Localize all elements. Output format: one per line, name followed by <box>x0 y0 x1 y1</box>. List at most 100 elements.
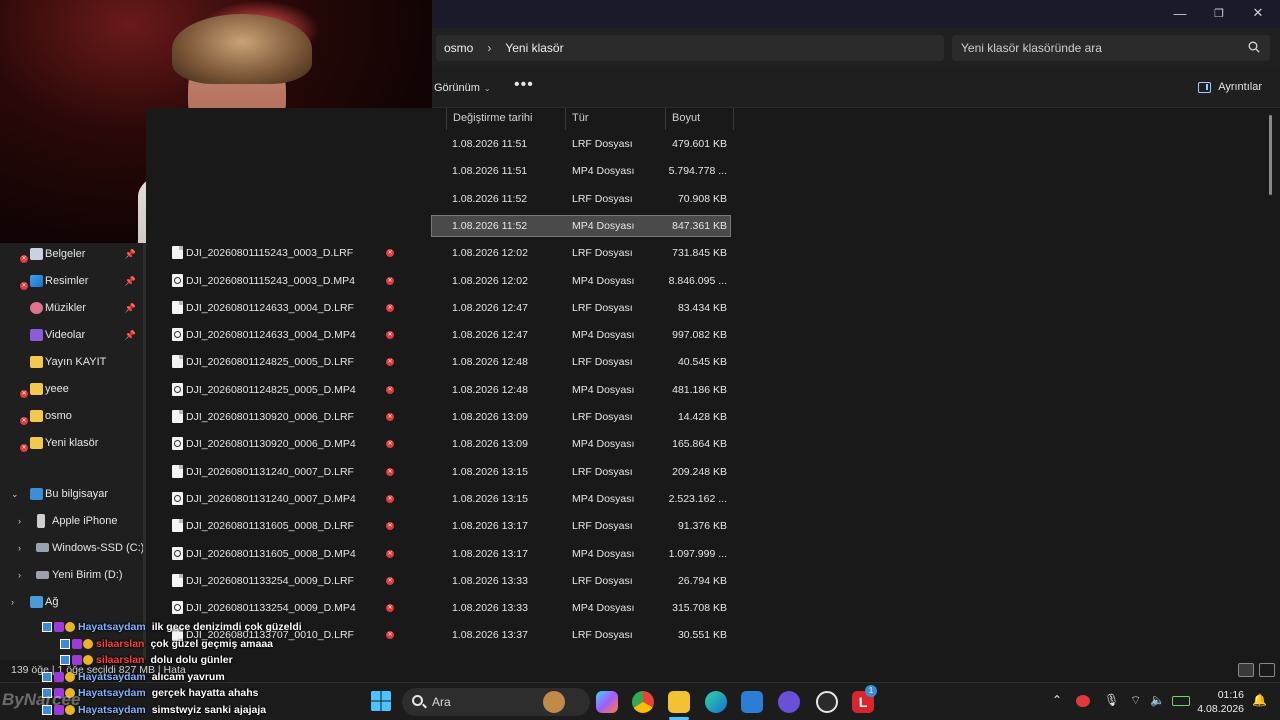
chat-username: Hayatsaydam <box>78 621 146 633</box>
store-icon[interactable] <box>741 691 763 713</box>
sync-error-icon: ✕ <box>386 413 394 421</box>
column-size[interactable]: Boyut <box>666 108 734 130</box>
chat-username: silaarslan <box>96 637 145 650</box>
file-date: 1.08.2026 13:17 <box>452 547 528 560</box>
file-row[interactable]: DJI_20260801131240_0007_D.MP4 ✕ 1.08.2026 … <box>146 487 736 514</box>
search-input[interactable]: Yeni klasör klasöründe ara <box>952 35 1270 61</box>
file-date: 1.08.2026 11:51 <box>452 138 528 150</box>
nav-item-videolar[interactable]: Videolar 📌 <box>0 324 146 346</box>
chat-username: Hayatsaydam <box>78 703 146 716</box>
nav-item-resimler[interactable]: ✕ Resimler 📌 <box>0 270 146 292</box>
file-size: 30.551 KB <box>677 629 727 642</box>
copilot-icon[interactable] <box>596 691 618 713</box>
battery-icon[interactable] <box>1172 696 1190 706</box>
search-placeholder: Yeni klasör klasöründe ara <box>961 41 1102 55</box>
pin-icon: 📌 <box>124 302 136 313</box>
file-row[interactable]: DJI_20260801131605_0008_D.MP4 ✕ 1.08.2026 … <box>146 542 736 569</box>
breadcrumb-current[interactable]: Yeni klasör <box>505 41 563 55</box>
volume-icon[interactable]: 🔈 <box>1150 693 1165 707</box>
minimize-button[interactable]: — <box>1166 4 1194 22</box>
file-row[interactable]: 1.08.2026 11:52 MP4 Dosyası 847.361 KB <box>146 214 736 241</box>
view-menu-button[interactable]: Görünüm ⌄ <box>434 82 491 94</box>
video-file-icon <box>172 546 183 560</box>
obs-icon[interactable] <box>816 691 838 713</box>
nav-item-iphone[interactable]: › Apple iPhone <box>0 510 146 532</box>
navigation-pane: ✕ Belgeler 📌 ✕ Resimler 📌 Müzikler 📌 Vid… <box>0 243 146 660</box>
nav-item-yeee[interactable]: ✕ yeee <box>0 378 146 400</box>
badge-icon <box>42 671 52 682</box>
more-options-button[interactable]: ••• <box>514 76 534 94</box>
documents-icon <box>30 248 43 260</box>
file-row[interactable]: 1.08.2026 11:51 MP4 Dosyası 5.794.778 ... <box>146 159 736 186</box>
badge-icon <box>65 671 75 682</box>
file-row[interactable]: DJI_20260801133254_0009_D.MP4 ✕ 1.08.2026 … <box>146 596 736 623</box>
file-date: 1.08.2026 12:02 <box>452 247 528 260</box>
stream-chat-overlay: Hayatsaydam ilk gece denizimdi çok güzeld… <box>40 621 400 720</box>
nav-item-label: Belgeler <box>45 248 86 260</box>
file-size: 26.794 KB <box>677 574 727 587</box>
column-date[interactable]: Değiştirme tarihi <box>446 108 566 130</box>
clock-time: 01:16 <box>1217 689 1244 701</box>
file-row[interactable]: DJI_20260801124633_0004_D.MP4 ✕ 1.08.2026 … <box>146 323 736 350</box>
file-size: 8.846.095 ... <box>668 274 727 287</box>
details-view-button[interactable] <box>1238 663 1254 677</box>
file-row[interactable]: DJI_20260801124825_0005_D.MP4 ✕ 1.08.2026 … <box>146 378 736 405</box>
chevron-right-icon: › <box>487 41 492 55</box>
details-label: Ayrıntılar <box>1218 81 1262 93</box>
tiles-view-button[interactable] <box>1259 663 1275 677</box>
chevron-up-icon[interactable]: ⌃ <box>1052 693 1062 707</box>
file-row[interactable]: DJI_20260801124633_0004_D.LRF ✕ 1.08.2026 … <box>146 296 736 323</box>
file-date: 1.08.2026 13:15 <box>452 492 528 505</box>
file-list-scrollbar[interactable] <box>1269 115 1272 195</box>
wifi-icon[interactable]: ⌔ <box>1130 693 1141 708</box>
proton-vpn-icon[interactable] <box>778 691 800 713</box>
maximize-button[interactable]: ❐ <box>1205 4 1233 22</box>
badge-icon <box>83 638 93 649</box>
owl-widget-icon[interactable] <box>543 691 565 713</box>
microphone-icon[interactable]: 🎙 <box>1104 693 1119 707</box>
nav-item-label: yeee <box>45 383 69 395</box>
nav-item-osmo[interactable]: ✕ osmo <box>0 405 146 427</box>
file-row[interactable]: DJI_20260801133254_0009_D.LRF ✕ 1.08.2026 … <box>146 569 736 596</box>
file-row[interactable]: DJI_20260801115243_0003_D.MP4 ✕ 1.08.2026 … <box>146 269 736 296</box>
file-row[interactable]: DJI_20260801131605_0008_D.LRF ✕ 1.08.2026 … <box>146 514 736 541</box>
file-row[interactable]: 1.08.2026 11:51 LRF Dosyası 479.601 KB <box>146 132 736 159</box>
nav-item-network[interactable]: › Ağ <box>0 591 146 613</box>
file-row[interactable]: 1.08.2026 11:52 LRF Dosyası 70.908 KB <box>146 187 736 214</box>
file-date: 1.08.2026 12:48 <box>452 383 528 396</box>
file-explorer-icon[interactable] <box>668 691 690 713</box>
nav-item-yayin-kayit[interactable]: Yayın KAYIT <box>0 351 146 373</box>
close-button[interactable]: ✕ <box>1244 4 1272 22</box>
nav-item-muzikler[interactable]: Müzikler 📌 <box>0 297 146 319</box>
breadcrumb[interactable]: osmo › Yeni klasör <box>436 35 944 61</box>
file-row[interactable]: DJI_20260801115243_0003_D.LRF ✕ 1.08.2026 … <box>146 241 736 268</box>
column-type[interactable]: Tür <box>566 108 666 130</box>
chevron-right-icon: › <box>18 570 21 580</box>
nav-item-drive-d[interactable]: › Yeni Birim (D:) <box>0 564 146 586</box>
file-size: 91.376 KB <box>677 520 727 533</box>
notification-bell-icon[interactable]: 🔔 <box>1252 693 1267 707</box>
file-icon <box>172 573 183 587</box>
nav-item-label: Bu bilgisayar <box>45 488 108 500</box>
details-pane-button[interactable]: Ayrıntılar <box>1198 81 1262 93</box>
file-row[interactable]: DJI_20260801124825_0005_D.LRF ✕ 1.08.2026 … <box>146 350 736 377</box>
nav-item-label: osmo <box>45 410 72 422</box>
nav-item-this-pc[interactable]: ⌄ Bu bilgisayar <box>0 483 146 505</box>
file-type: LRF Dosyası <box>572 301 633 314</box>
badge-icon <box>42 622 52 633</box>
clock[interactable]: 01:16 4.08.2026 <box>1197 688 1244 716</box>
file-row[interactable]: DJI_20260801131240_0007_D.LRF ✕ 1.08.2026 … <box>146 460 736 487</box>
nav-item-drive-c[interactable]: › Windows-SSD (C:) <box>0 537 146 559</box>
computer-icon <box>30 488 43 500</box>
sync-error-icon: ✕ <box>386 276 394 285</box>
chrome-icon[interactable] <box>632 691 654 713</box>
edge-icon[interactable] <box>705 691 727 713</box>
breadcrumb-osmo[interactable]: osmo <box>444 41 473 55</box>
file-size: 1.097.999 ... <box>668 547 727 560</box>
file-row[interactable]: DJI_20260801130920_0006_D.MP4 ✕ 1.08.2026 … <box>146 432 736 459</box>
file-row[interactable]: DJI_20260801130920_0006_D.LRF ✕ 1.08.2026 … <box>146 405 736 432</box>
file-size: 847.361 KB <box>672 219 727 232</box>
tray-app-icon[interactable] <box>1076 695 1090 707</box>
nav-item-belgeler[interactable]: ✕ Belgeler 📌 <box>0 243 146 265</box>
nav-item-yeni-klasor[interactable]: ✕ Yeni klasör <box>0 432 146 454</box>
